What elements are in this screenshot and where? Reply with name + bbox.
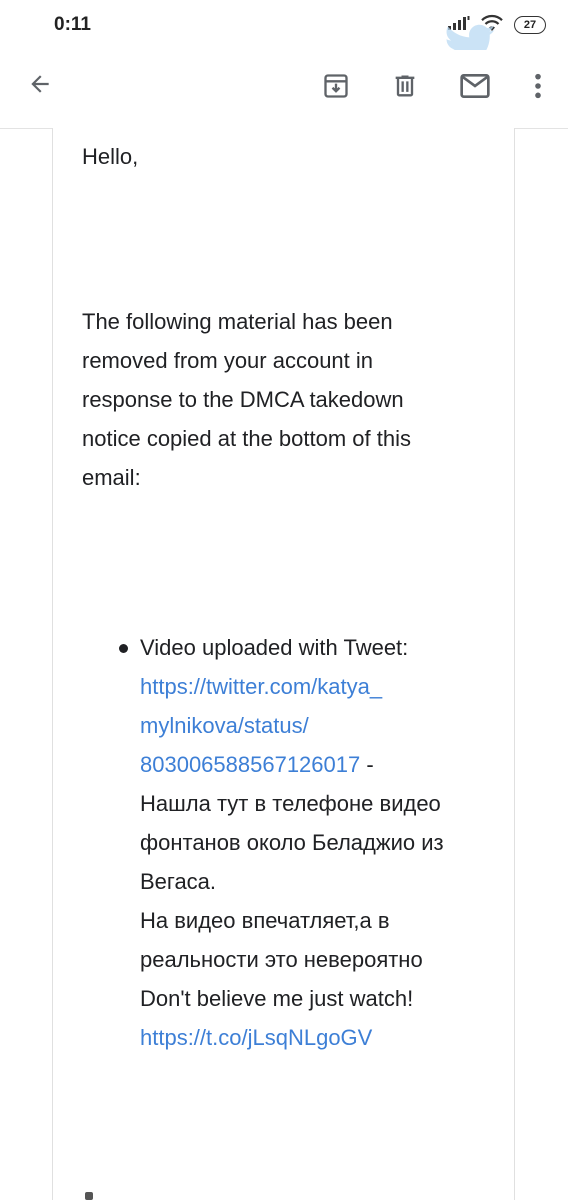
more-vert-icon [534,72,542,105]
intro-line: removed from your account in [82,348,374,373]
tweet-link[interactable]: mylnikova/status/ [140,713,309,738]
delete-button[interactable] [381,64,429,112]
email-greeting: Hello, [82,144,139,169]
mark-unread-button[interactable] [451,64,499,112]
intro-line: The following material has been [82,309,393,334]
short-link-line: https://t.co/jLsqNLgoGV [140,1018,520,1057]
email-intro-paragraph: The following material has been removed … [82,302,482,497]
battery-icon: 27 [514,16,546,34]
bullet-point [119,644,128,653]
email-message-card: Hello, The following material has been r… [52,128,515,1200]
tweet-text-line: Вегаса. [140,869,217,894]
tweet-text-line: Нашла тут в телефоне видео [140,791,441,816]
tweet-text-line: На видео впечатляет,а в [140,908,390,933]
item-prefix: Video uploaded with Tweet: [140,635,409,660]
archive-button[interactable] [312,64,360,112]
intro-line: notice copied at the bottom of this [82,426,411,451]
tweet-link-line: mylnikova/status/ [140,706,520,745]
email-screen: 0:11 27 Hello, The following material ha… [0,0,568,1200]
tweet-text-line: Don't believe me just watch! [140,986,414,1011]
tweet-link[interactable]: https://twitter.com/katya_ [140,674,382,699]
intro-line: email: [82,465,141,490]
removed-material-list-item: Video uploaded with Tweet: https://twitt… [119,628,520,1057]
tweet-text-line: фонтанов около Беладжио из [140,830,444,855]
delete-icon [391,72,419,105]
short-link[interactable]: https://t.co/jLsqNLgoGV [140,1025,372,1050]
next-content-fragment [85,1192,93,1200]
back-button[interactable] [16,62,64,110]
back-arrow-icon [27,71,53,102]
tweet-link-line: https://twitter.com/katya_ [140,667,520,706]
email-toolbar [0,50,568,129]
mark-unread-icon [459,72,491,105]
intro-line: response to the DMCA takedown [82,387,404,412]
tweet-link[interactable]: 803006588567126017 [140,752,360,777]
more-options-button[interactable] [514,64,562,112]
status-time: 0:11 [54,14,91,35]
archive-icon [322,72,350,105]
tweet-text-line: реальности это невероятно [140,947,423,972]
link-separator: - [360,752,374,777]
tweet-link-line: 803006588567126017 - [140,745,520,784]
